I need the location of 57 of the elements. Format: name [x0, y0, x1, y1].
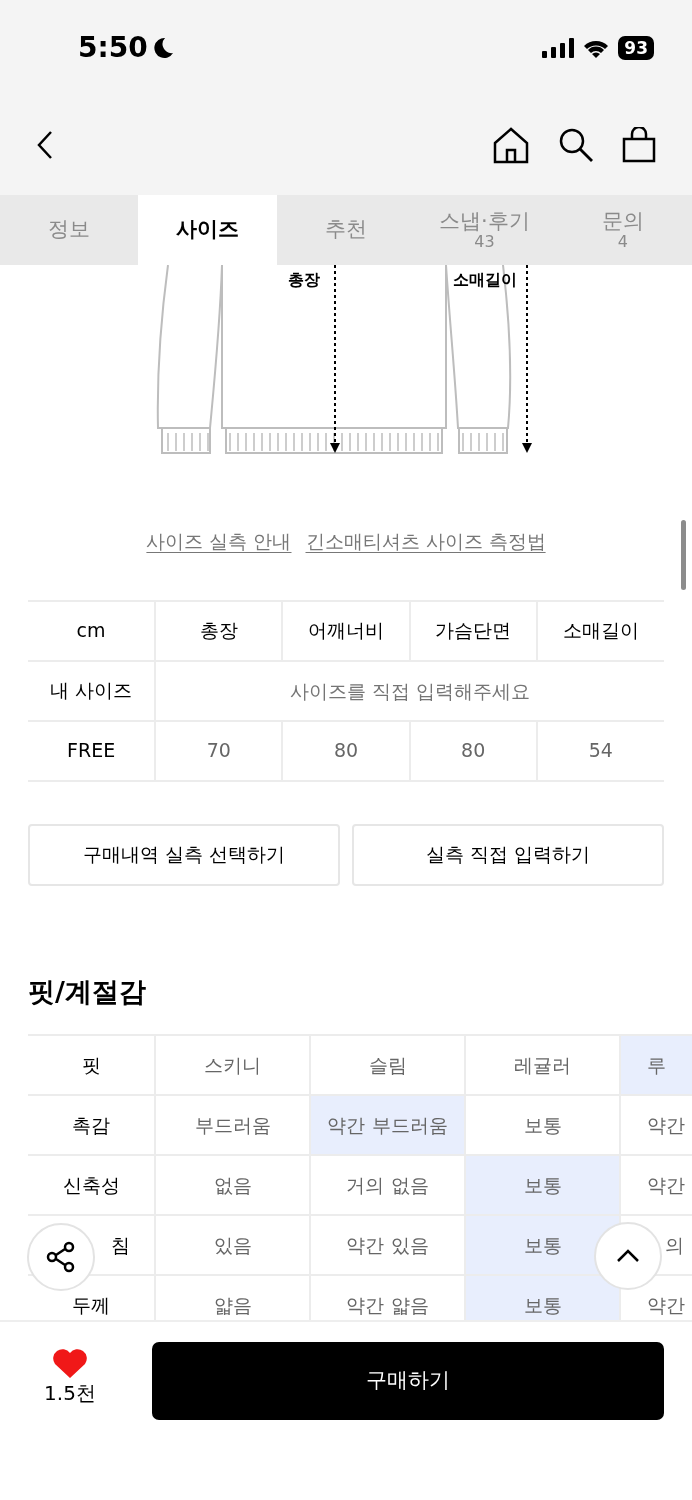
row-label: 내 사이즈 — [28, 660, 156, 721]
moon-icon — [151, 35, 174, 60]
guide-link[interactable]: 긴소매티셔츠 사이즈 측정법 — [305, 527, 546, 556]
row-label: FREE — [28, 720, 156, 781]
fit-option[interactable]: 약간 — [647, 1293, 685, 1316]
fit-option[interactable]: 얇음 — [213, 1293, 252, 1316]
fit-option[interactable]: 보통 — [523, 1113, 562, 1136]
measure-label: 총장 — [288, 270, 320, 289]
shopping-bag-icon[interactable] — [622, 127, 656, 163]
signal-icon — [542, 37, 575, 58]
column-header: 가슴단면 — [409, 600, 537, 661]
fit-option[interactable]: 레귤러 — [514, 1053, 571, 1076]
chevron-up-icon — [616, 1249, 640, 1263]
size-action-button[interactable]: 구매내역 실측 선택하기 — [28, 823, 340, 886]
fit-option[interactable]: 약간 부드러움 — [327, 1113, 448, 1136]
row-label: 촉감 — [28, 1095, 155, 1155]
fit-option[interactable]: 보통 — [523, 1233, 562, 1256]
fit-option[interactable]: 루 — [647, 1053, 666, 1076]
heart-icon[interactable] — [52, 1348, 88, 1378]
size-input-field[interactable]: 사이즈를 직접 입력해주세요 — [156, 662, 664, 719]
back-icon[interactable] — [36, 130, 54, 160]
row-label: 핏 — [28, 1035, 155, 1095]
table-cell: 70 — [155, 720, 283, 781]
like-count: 1.5천 — [44, 1380, 96, 1407]
measure-label: 소매길이 — [453, 270, 517, 289]
fit-option[interactable]: 없음 — [213, 1173, 252, 1196]
fit-option[interactable]: 보통 — [523, 1293, 562, 1316]
scrollbar — [681, 520, 686, 590]
battery-level: 93 — [618, 35, 654, 60]
table-cell: 80 — [409, 720, 537, 781]
tab[interactable]: 사이즈 — [138, 195, 277, 265]
column-header: 소매길이 — [536, 600, 664, 661]
section-title: 핏/계절감 — [28, 974, 147, 1009]
share-icon — [45, 1241, 77, 1273]
fit-option[interactable]: 의 — [665, 1233, 684, 1256]
fit-option[interactable]: 스키니 — [204, 1053, 261, 1076]
fit-option[interactable]: 거의 없음 — [346, 1173, 429, 1196]
fit-option[interactable]: 보통 — [523, 1173, 562, 1196]
column-header: 어깨너비 — [282, 600, 410, 661]
guide-link[interactable]: 사이즈 실측 안내 — [146, 527, 292, 556]
column-header: 총장 — [155, 600, 283, 661]
buy-button[interactable]: 구매하기 — [152, 1342, 664, 1420]
column-header: cm — [28, 600, 156, 661]
size-action-button[interactable]: 실측 직접 입력하기 — [352, 823, 664, 886]
fit-option[interactable]: 슬림 — [368, 1053, 407, 1076]
fit-option[interactable]: 약간 얇음 — [346, 1293, 429, 1316]
fit-option[interactable]: 약간 — [647, 1173, 685, 1196]
home-icon[interactable] — [492, 126, 530, 164]
status-time: 5:50 — [78, 29, 148, 66]
fit-option[interactable]: 약간 — [647, 1113, 685, 1136]
tab[interactable]: 스냅·후기 43 — [415, 195, 554, 265]
fit-option[interactable]: 있음 — [213, 1233, 252, 1256]
fit-option[interactable]: 약간 있음 — [346, 1233, 429, 1256]
row-label: 신축성 — [28, 1155, 155, 1215]
search-icon[interactable] — [558, 127, 594, 163]
table-cell: 80 — [282, 720, 410, 781]
fit-option[interactable]: 부드러움 — [194, 1113, 271, 1136]
